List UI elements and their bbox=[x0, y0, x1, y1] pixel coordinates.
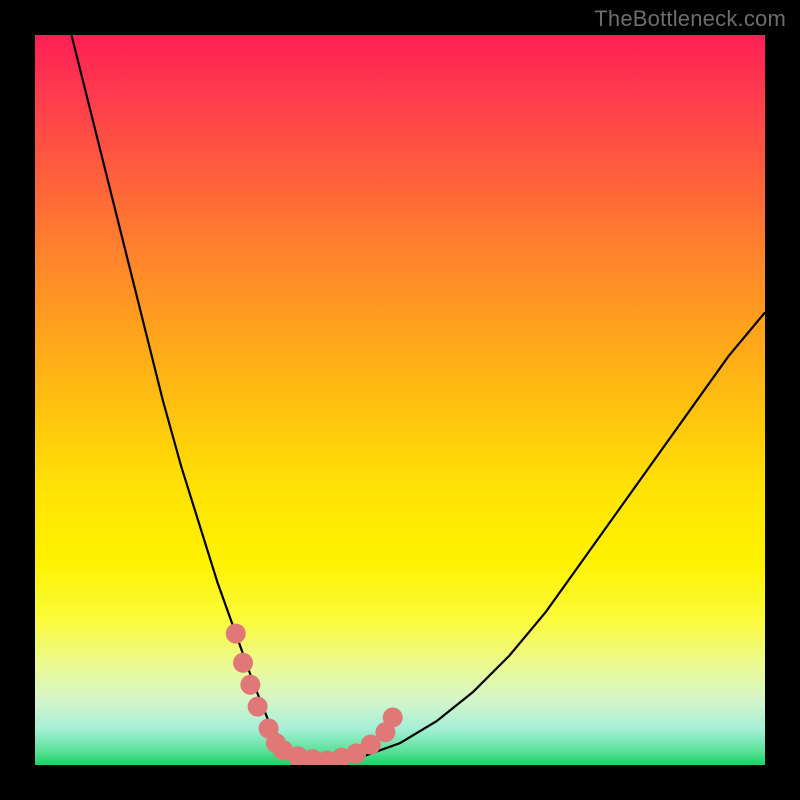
curve-marker bbox=[383, 708, 403, 728]
curve-marker bbox=[240, 675, 260, 695]
plot-area bbox=[35, 35, 765, 765]
curve-marker bbox=[248, 697, 268, 717]
curve-marker bbox=[233, 653, 253, 673]
watermark-label: TheBottleneck.com bbox=[594, 6, 786, 32]
bottleneck-curve-path bbox=[72, 35, 766, 761]
bottleneck-curve-svg bbox=[35, 35, 765, 765]
curve-marker bbox=[226, 624, 246, 644]
chart-frame: TheBottleneck.com bbox=[0, 0, 800, 800]
